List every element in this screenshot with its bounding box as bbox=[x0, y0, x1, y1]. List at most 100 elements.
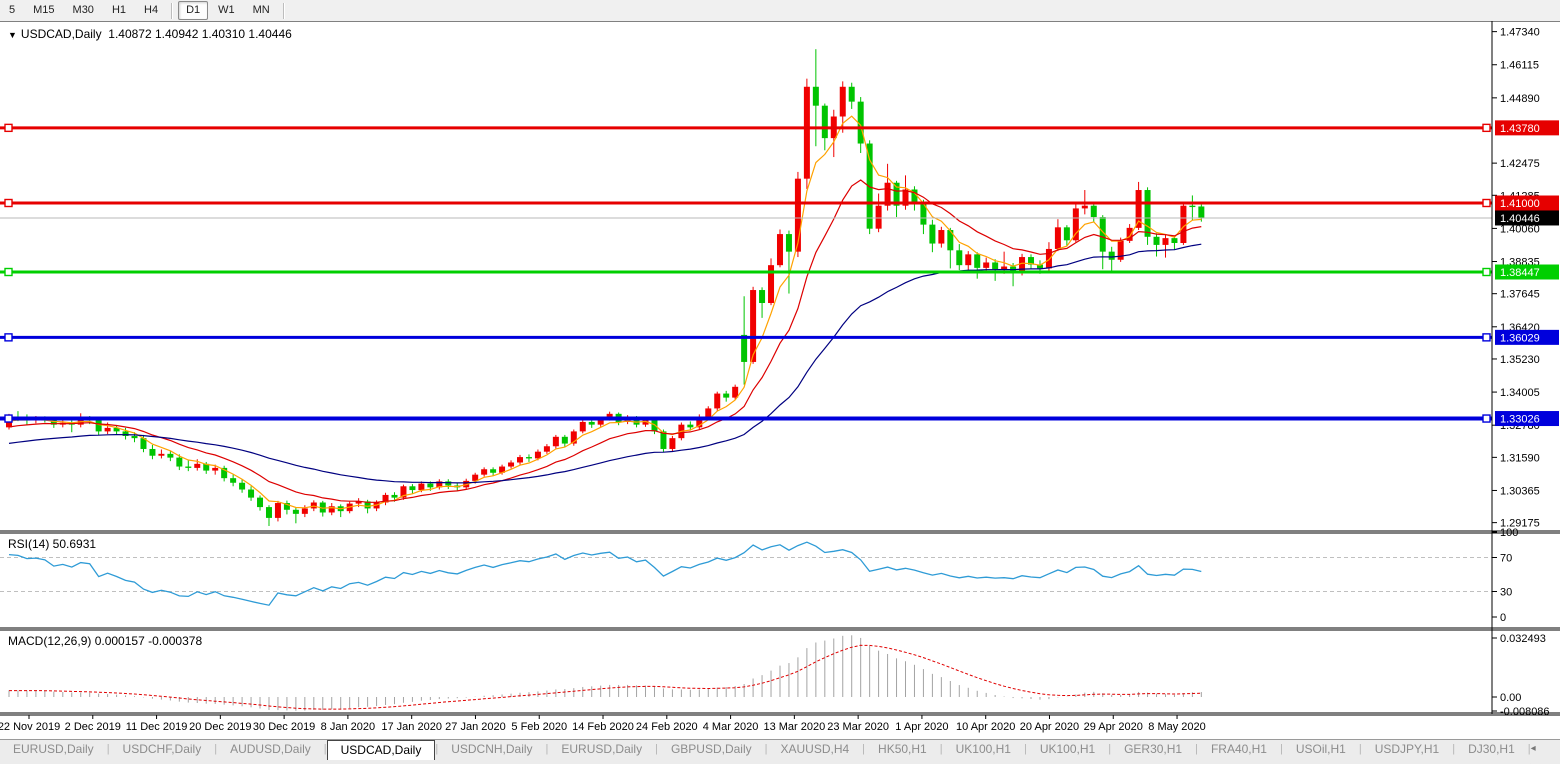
tab-scroll-arrows[interactable]: ◂ ▸ bbox=[1531, 740, 1546, 764]
line-endpoint-handle[interactable] bbox=[1483, 415, 1490, 422]
candle-body bbox=[938, 230, 944, 244]
candle-body bbox=[391, 495, 397, 498]
candle-body bbox=[777, 234, 783, 265]
price-tick-label: 1.30365 bbox=[1500, 485, 1540, 497]
candle-body bbox=[409, 486, 415, 490]
trading-terminal: 5M15M30H1H4D1W1MN 1.473401.461151.448901… bbox=[0, 0, 1560, 764]
time-tick-label: 4 Mar 2020 bbox=[703, 721, 759, 733]
price-level-badge: 1.38447 bbox=[1495, 265, 1559, 280]
chart-tab-usdchf-1[interactable]: USDCHF,Daily bbox=[110, 740, 215, 758]
candle-body bbox=[508, 462, 514, 466]
chart-tab-eurusd-0[interactable]: EURUSD,Daily bbox=[0, 740, 107, 758]
chart-tab-dj30-15[interactable]: DJ30,H1 bbox=[1455, 740, 1528, 758]
line-endpoint-handle[interactable] bbox=[5, 415, 12, 422]
time-tick-label: 10 Apr 2020 bbox=[956, 721, 1015, 733]
toolbar-separator bbox=[171, 3, 173, 19]
candle-body bbox=[553, 437, 559, 446]
timeframe-button-d1[interactable]: D1 bbox=[178, 1, 208, 20]
candle-body bbox=[248, 490, 254, 498]
chart-tab-xauusd-7[interactable]: XAUUSD,H4 bbox=[767, 740, 862, 758]
rsi-axis-label: 0 bbox=[1500, 612, 1506, 624]
line-endpoint-handle[interactable] bbox=[5, 124, 12, 131]
candle-body bbox=[813, 87, 819, 106]
candle-body bbox=[257, 498, 263, 507]
line-endpoint-handle[interactable] bbox=[1483, 200, 1490, 207]
candle-body bbox=[481, 469, 487, 474]
time-tick-label: 20 Apr 2020 bbox=[1020, 721, 1079, 733]
svg-text:1.41000: 1.41000 bbox=[1500, 198, 1540, 210]
price-tick-label: 1.34005 bbox=[1500, 387, 1540, 399]
timeframe-button-h1[interactable]: H1 bbox=[104, 1, 134, 20]
chart-tab-usdjpy-14[interactable]: USDJPY,H1 bbox=[1362, 740, 1452, 758]
time-tick-label: 11 Dec 2019 bbox=[126, 721, 188, 733]
candle-body bbox=[1162, 238, 1168, 245]
chart-tab-gbpusd-6[interactable]: GBPUSD,Daily bbox=[658, 740, 765, 758]
time-tick-label: 22 Nov 2019 bbox=[0, 721, 60, 733]
line-endpoint-handle[interactable] bbox=[5, 334, 12, 341]
svg-text:1.36029: 1.36029 bbox=[1500, 332, 1540, 344]
candle-body bbox=[956, 250, 962, 265]
svg-text:1.38447: 1.38447 bbox=[1500, 267, 1540, 279]
candle-body bbox=[983, 262, 989, 267]
chart-tab-usdcnh-4[interactable]: USDCNH,Daily bbox=[438, 740, 545, 758]
candle-body bbox=[669, 438, 675, 449]
candle-body bbox=[580, 422, 586, 431]
timeframe-button-m30[interactable]: M30 bbox=[65, 1, 102, 20]
time-tick-label: 1 Apr 2020 bbox=[895, 721, 948, 733]
macd-panel-splitter[interactable] bbox=[0, 627, 1492, 632]
time-tick-label: 2 Dec 2019 bbox=[65, 721, 121, 733]
timeframe-button-m15[interactable]: M15 bbox=[25, 1, 62, 20]
candle-body bbox=[167, 454, 173, 458]
time-tick-label: 5 Feb 2020 bbox=[511, 721, 567, 733]
candle-body bbox=[266, 507, 272, 518]
chart-tab-uk100-10[interactable]: UK100,H1 bbox=[1027, 740, 1108, 758]
chart-tab-usoil-13[interactable]: USOil,H1 bbox=[1283, 740, 1359, 758]
line-endpoint-handle[interactable] bbox=[1483, 269, 1490, 276]
candle-body bbox=[158, 454, 164, 456]
chart-tab-fra40-12[interactable]: FRA40,H1 bbox=[1198, 740, 1280, 758]
chart-tab-eurusd-5[interactable]: EURUSD,Daily bbox=[548, 740, 655, 758]
candle-body bbox=[149, 449, 155, 456]
timeframe-button-w1[interactable]: W1 bbox=[210, 1, 243, 20]
chart-tab-bar: EURUSD,Daily|USDCHF,Daily|AUDUSD,Daily|U… bbox=[0, 739, 1560, 764]
svg-text:1.33026: 1.33026 bbox=[1500, 414, 1540, 426]
macd-axis-label: -0.008086 bbox=[1500, 706, 1550, 718]
chart-tab-audusd-2[interactable]: AUDUSD,Daily bbox=[217, 740, 324, 758]
candle-body bbox=[311, 502, 317, 508]
time-tick-label: 20 Dec 2019 bbox=[189, 721, 251, 733]
candle-body bbox=[239, 483, 245, 490]
candle-body bbox=[427, 484, 433, 488]
time-tick-label: 8 May 2020 bbox=[1148, 721, 1205, 733]
toolbar-separator bbox=[283, 3, 285, 19]
candle-body bbox=[1180, 206, 1186, 243]
time-tick-label: 14 Feb 2020 bbox=[572, 721, 634, 733]
line-endpoint-handle[interactable] bbox=[5, 200, 12, 207]
price-tick-label: 1.46115 bbox=[1500, 60, 1539, 72]
time-tick-label: 17 Jan 2020 bbox=[381, 721, 442, 733]
candle-body bbox=[490, 469, 496, 473]
candle-body bbox=[526, 457, 532, 458]
line-endpoint-handle[interactable] bbox=[1483, 124, 1490, 131]
time-tick-label: 23 Mar 2020 bbox=[827, 721, 889, 733]
line-endpoint-handle[interactable] bbox=[1483, 334, 1490, 341]
chart-tab-hk50-8[interactable]: HK50,H1 bbox=[865, 740, 940, 758]
timeframe-button-5[interactable]: 5 bbox=[1, 1, 23, 20]
candle-body bbox=[992, 262, 998, 269]
candle-body bbox=[1001, 267, 1007, 270]
candle-body bbox=[786, 234, 792, 252]
macd-axis-label: 0.032493 bbox=[1500, 633, 1546, 645]
chart-window[interactable]: 1.473401.461151.448901.424751.412851.400… bbox=[0, 21, 1560, 739]
chart-tab-uk100-9[interactable]: UK100,H1 bbox=[943, 740, 1024, 758]
timeframe-button-h4[interactable]: H4 bbox=[136, 1, 166, 20]
candle-body bbox=[544, 446, 550, 451]
candle-body bbox=[732, 387, 738, 398]
chart-tab-usdcad-3[interactable]: USDCAD,Daily bbox=[327, 740, 436, 760]
candle-body bbox=[302, 508, 308, 513]
timeframe-button-mn[interactable]: MN bbox=[245, 1, 278, 20]
price-level-badge: 1.41000 bbox=[1495, 196, 1559, 211]
candle-body bbox=[687, 425, 693, 428]
chart-tab-ger30-11[interactable]: GER30,H1 bbox=[1111, 740, 1195, 758]
rsi-panel-splitter[interactable] bbox=[0, 529, 1492, 534]
candle-body bbox=[194, 464, 200, 468]
line-endpoint-handle[interactable] bbox=[5, 269, 12, 276]
